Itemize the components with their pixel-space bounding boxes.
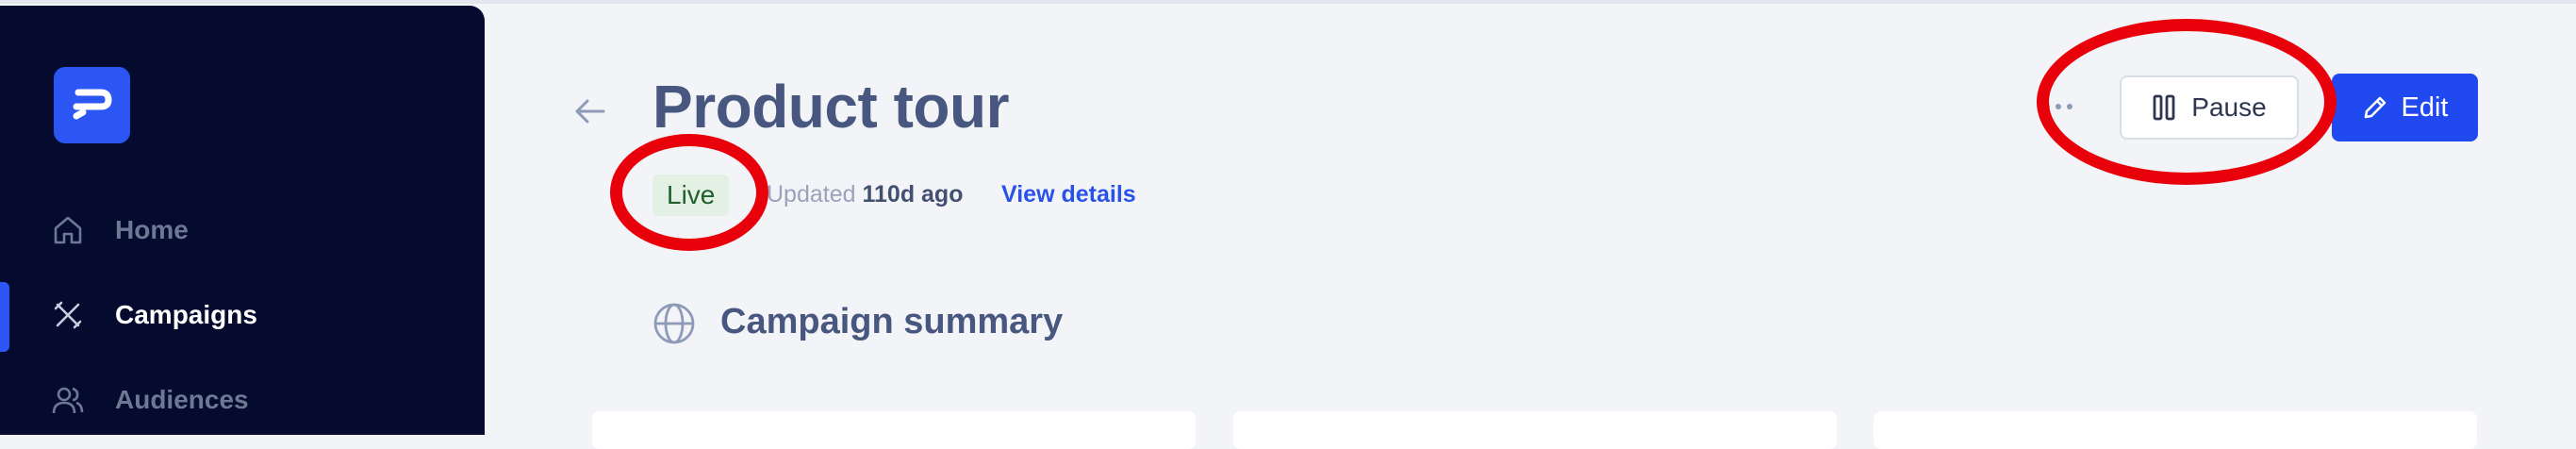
summary-card	[592, 411, 1196, 449]
edit-button-label: Edit	[2401, 91, 2449, 123]
edit-button[interactable]: Edit	[2332, 74, 2478, 141]
brand-logo-icon[interactable]	[54, 67, 130, 143]
sidebar: Home Campaigns Audiences	[0, 6, 485, 435]
updated-prefix: Updated	[767, 181, 856, 208]
updated-timestamp: Updated 110d ago	[767, 181, 963, 208]
sidebar-item-audiences[interactable]: Audiences	[0, 367, 485, 433]
active-indicator	[0, 282, 9, 352]
window-top-border	[0, 0, 2576, 4]
sidebar-item-label: Campaigns	[115, 300, 257, 329]
audiences-icon	[52, 387, 84, 414]
view-details-link[interactable]: View details	[1001, 181, 1136, 208]
globe-icon	[653, 303, 695, 344]
sidebar-item-label: Home	[115, 215, 189, 244]
back-arrow-icon[interactable]	[571, 92, 609, 130]
annotation-circle-status	[610, 134, 768, 251]
updated-value: 110d ago	[862, 181, 964, 208]
pencil-icon	[2364, 96, 2386, 119]
annotation-circle-pause	[2037, 19, 2337, 185]
summary-card	[1874, 411, 2477, 449]
sidebar-item-home[interactable]: Home	[0, 197, 485, 263]
sidebar-item-label: Audiences	[115, 385, 249, 414]
home-icon	[54, 216, 82, 244]
page-title: Product tour	[652, 73, 1009, 141]
sidebar-item-campaigns[interactable]: Campaigns	[0, 282, 485, 352]
section-title-campaign-summary: Campaign summary	[720, 302, 1064, 341]
campaigns-icon	[54, 301, 82, 329]
summary-card	[1233, 411, 1837, 449]
